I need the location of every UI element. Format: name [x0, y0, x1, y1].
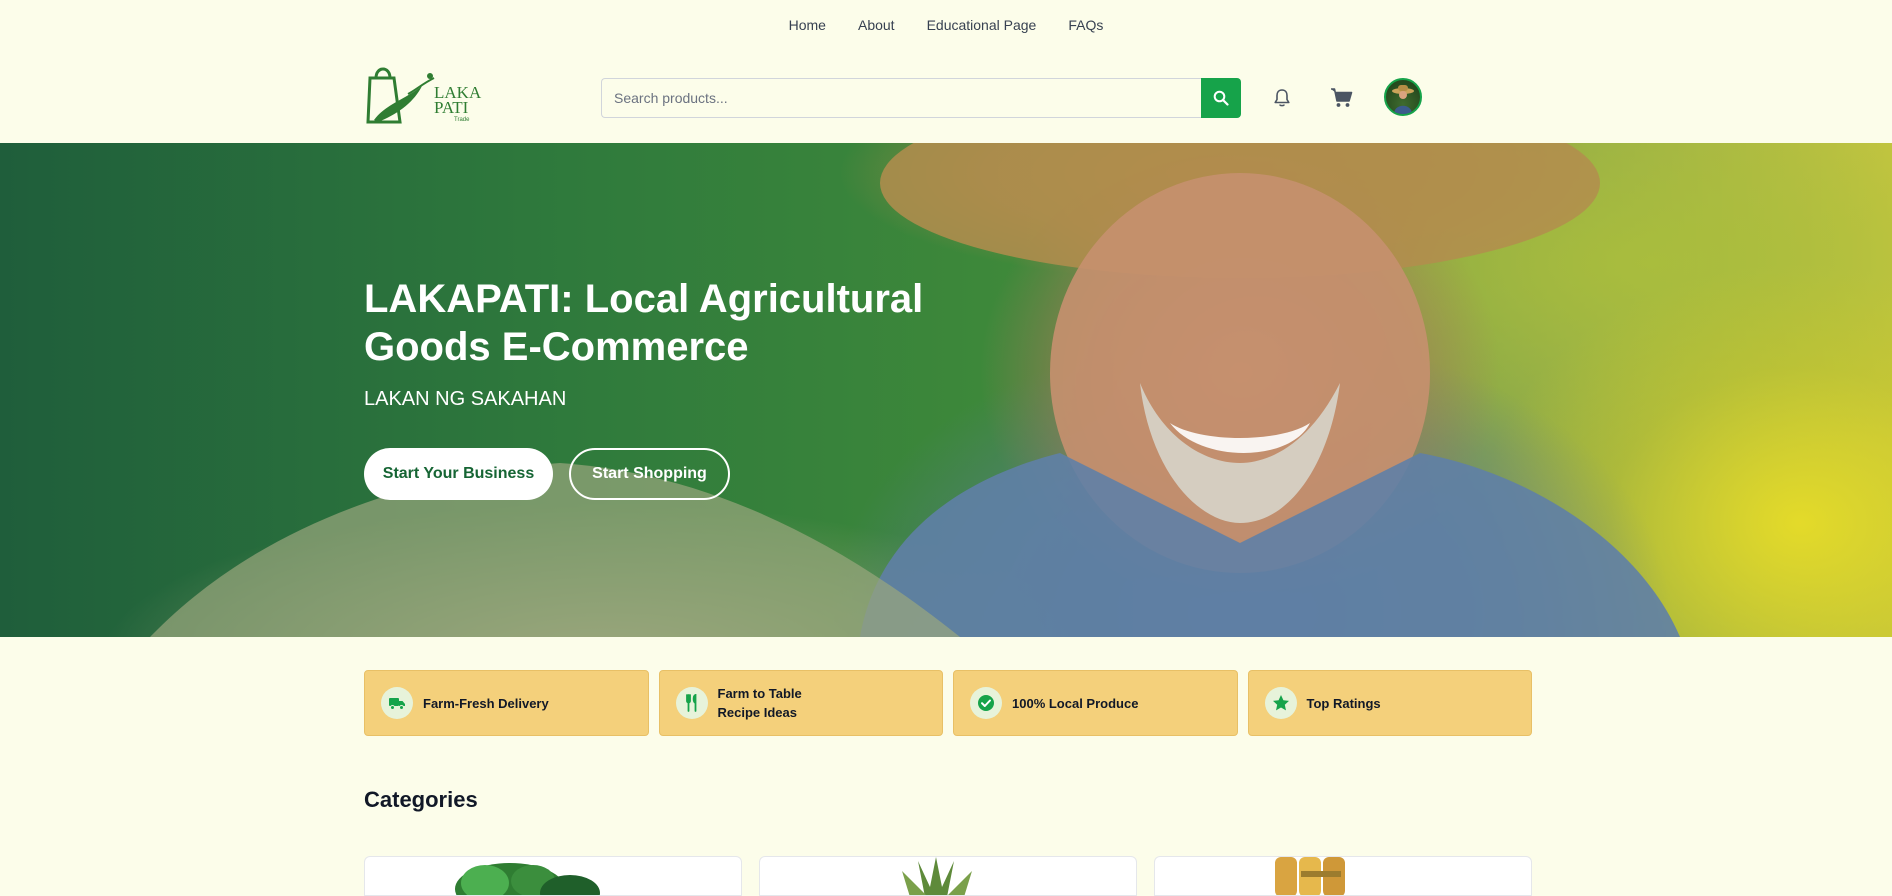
hero-title: LAKAPATI: Local Agricultural Goods E-Com…: [364, 277, 924, 369]
hero-farmer-image: [150, 143, 1680, 637]
nav-about[interactable]: About: [858, 17, 895, 33]
categories-title: Categories: [364, 787, 478, 812]
cart-icon: [1331, 88, 1353, 107]
bell-icon: [1274, 89, 1290, 107]
category-card-vegetables[interactable]: [364, 856, 742, 896]
svg-text:Trade: Trade: [454, 117, 470, 123]
brand-logo[interactable]: LAKA PATI Trade: [364, 64, 484, 128]
category-card-fruits[interactable]: [759, 856, 1137, 896]
farmer-avatar-icon: [1392, 85, 1414, 114]
feature-farm-fresh-delivery: Farm-Fresh Delivery: [364, 670, 649, 736]
nav-educational-page[interactable]: Educational Page: [927, 17, 1037, 33]
nav-faqs[interactable]: FAQs: [1068, 17, 1103, 33]
start-shopping-button[interactable]: Start Shopping: [569, 448, 730, 500]
header: LAKA PATI Trade: [0, 50, 1892, 143]
search-bar: [601, 78, 1241, 118]
hero-subtitle: LAKAN NG SAKAHAN: [364, 388, 567, 410]
search-input[interactable]: [601, 78, 1201, 118]
feature-local-produce: 100% Local Produce: [953, 670, 1238, 736]
start-business-button[interactable]: Start Your Business: [364, 448, 553, 500]
hero-banner: LAKAPATI: Local Agricultural Goods E-Com…: [0, 143, 1892, 637]
top-nav: Home About Educational Page FAQs: [0, 0, 1892, 50]
user-avatar[interactable]: [1384, 78, 1422, 116]
search-button[interactable]: [1201, 78, 1241, 118]
svg-text:PATI: PATI: [434, 98, 469, 117]
logo-icon: LAKA PATI Trade: [366, 67, 482, 124]
search-icon: [1213, 90, 1229, 106]
notifications-button[interactable]: [1266, 82, 1298, 114]
star-icon: [1264, 687, 1297, 719]
feature-label: Farm-Fresh Delivery: [423, 695, 549, 711]
feature-top-ratings: Top Ratings: [1247, 670, 1532, 736]
cart-button[interactable]: [1326, 82, 1358, 114]
pineapple-image: [902, 857, 972, 895]
category-card-grains[interactable]: [1154, 856, 1532, 896]
feature-label: 100% Local Produce: [1012, 695, 1139, 711]
feature-strip: Farm-Fresh Delivery Farm to Table Recipe…: [364, 670, 1532, 736]
utensils-icon: [675, 687, 708, 719]
grain-bundle-image: [1275, 857, 1345, 895]
feature-recipe-ideas: Farm to Table Recipe Ideas: [658, 670, 943, 736]
feature-label: Farm to Table Recipe Ideas: [717, 686, 802, 720]
feature-label: Top Ratings: [1306, 695, 1381, 711]
truck-icon: [381, 687, 413, 719]
nav-home[interactable]: Home: [789, 17, 826, 33]
leafy-greens-image: [455, 863, 600, 895]
check-circle-icon: [970, 687, 1002, 719]
